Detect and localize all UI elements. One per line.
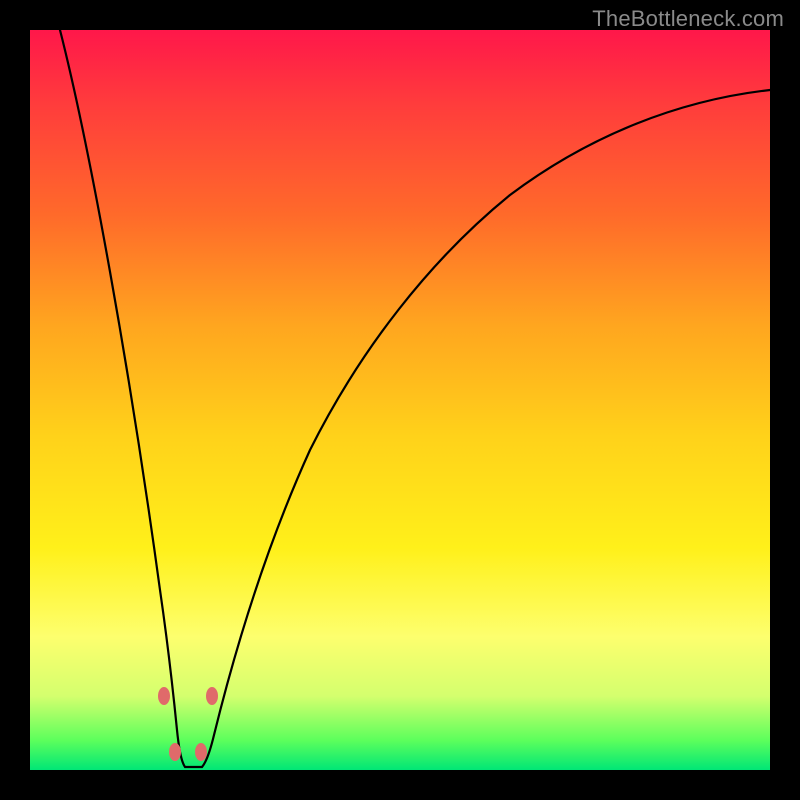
watermark-text: TheBottleneck.com — [592, 6, 784, 32]
plot-area — [30, 30, 770, 770]
curve-marker — [206, 687, 218, 705]
bottleneck-curve — [60, 30, 770, 767]
chart-frame: TheBottleneck.com — [0, 0, 800, 800]
curve-layer — [30, 30, 770, 770]
curve-marker — [195, 743, 207, 761]
curve-marker — [158, 687, 170, 705]
curve-marker — [169, 743, 181, 761]
